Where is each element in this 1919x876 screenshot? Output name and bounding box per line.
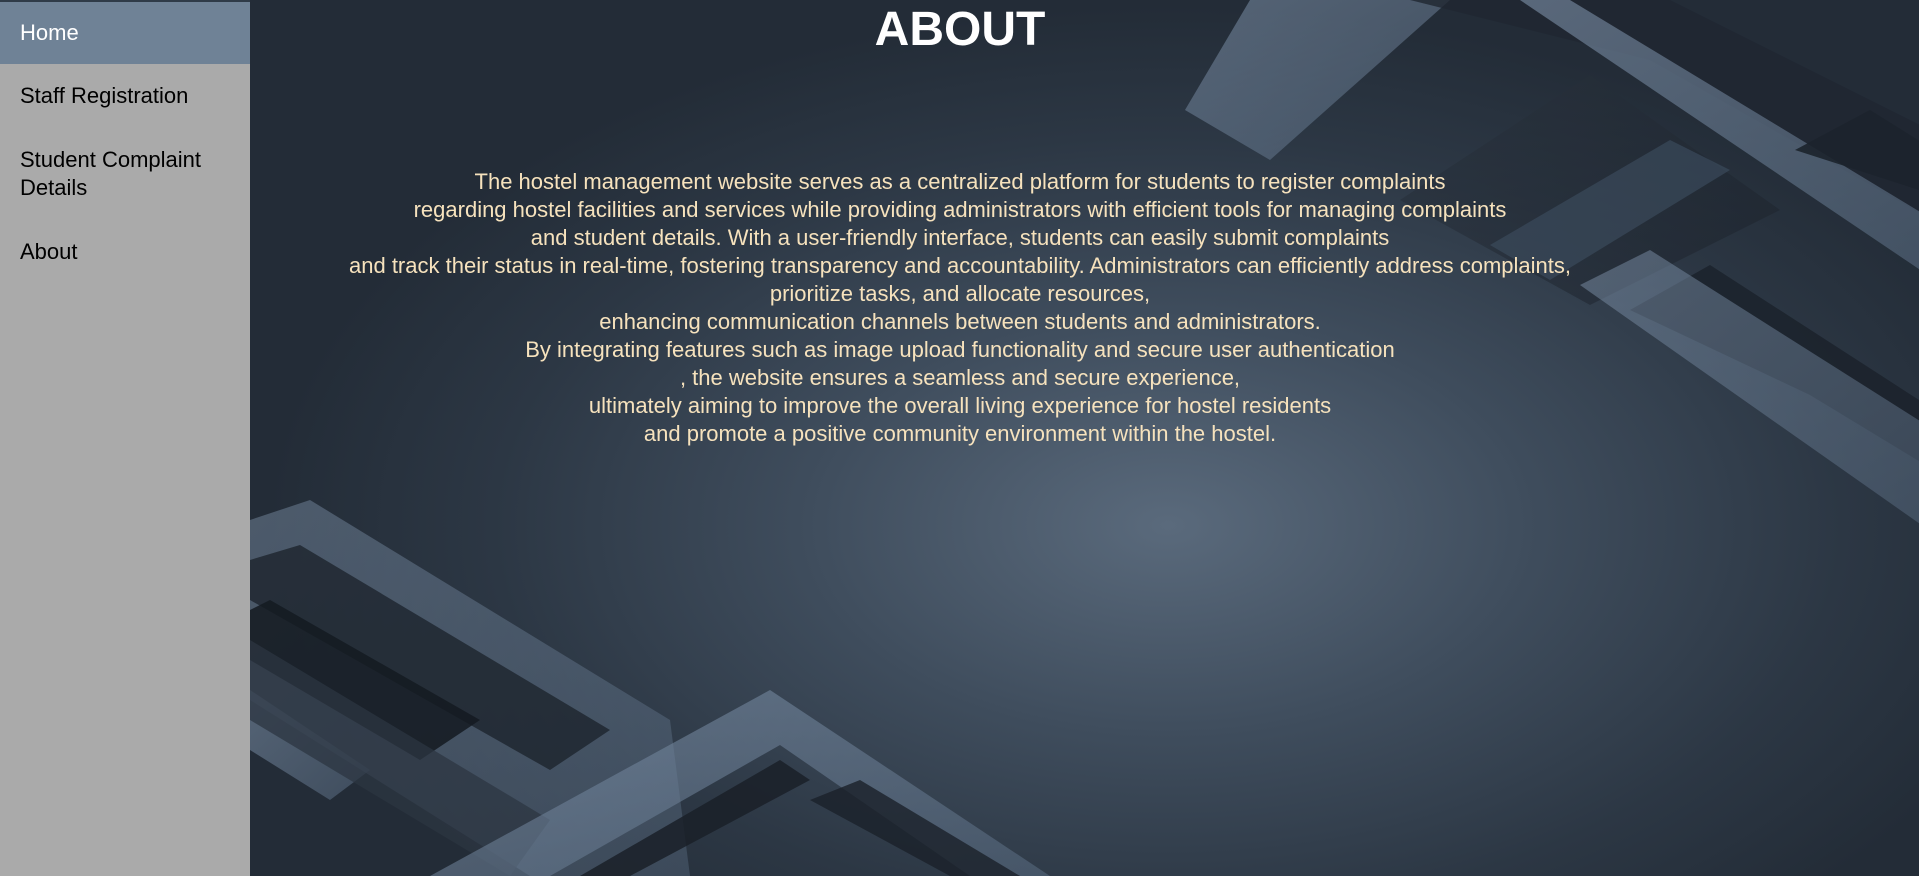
sidebar-item-student-complaint-details[interactable]: Student Complaint Details <box>0 128 250 220</box>
about-line: , the website ensures a seamless and sec… <box>679 365 1241 390</box>
about-line: regarding hostel facilities and services… <box>413 197 1507 222</box>
about-line: ultimately aiming to improve the overall… <box>588 393 1332 418</box>
about-line: and student details. With a user-friendl… <box>530 225 1390 250</box>
about-line: The hostel management website serves as … <box>474 169 1446 194</box>
about-line: prioritize tasks, and allocate resources… <box>769 281 1151 306</box>
sidebar-item-about[interactable]: About <box>0 220 250 284</box>
about-line: enhancing communication channels between… <box>599 309 1321 334</box>
about-description: The hostel management website serves as … <box>250 168 1670 448</box>
main-content: ABOUT The hostel management website serv… <box>250 0 1919 876</box>
about-line: and promote a positive community environ… <box>643 421 1277 446</box>
page-title: ABOUT <box>874 3 1046 56</box>
sidebar: Home Staff Registration Student Complain… <box>0 0 250 876</box>
about-line: By integrating features such as image up… <box>525 337 1395 362</box>
about-line: and track their status in real-time, fos… <box>349 253 1571 278</box>
sidebar-item-home[interactable]: Home <box>0 2 250 64</box>
sidebar-item-staff-registration[interactable]: Staff Registration <box>0 64 250 128</box>
page: Home Staff Registration Student Complain… <box>0 0 1919 876</box>
